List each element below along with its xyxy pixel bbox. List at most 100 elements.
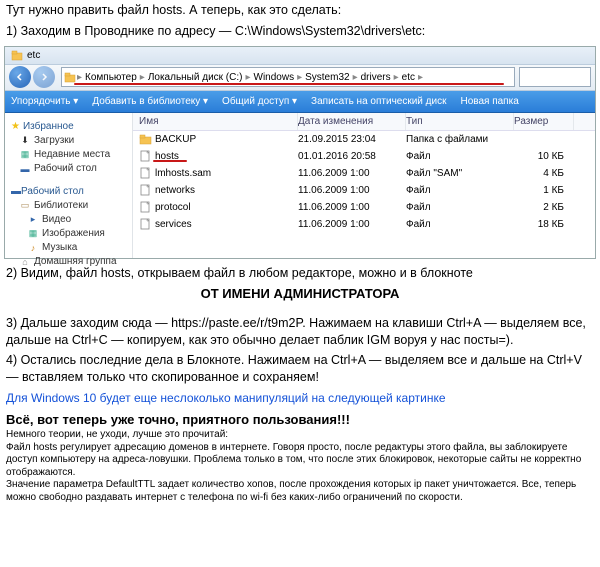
file-date: 11.06.2009 1:00	[298, 168, 406, 179]
file-type: Папка с файлами	[406, 134, 514, 145]
recent-icon: ▦	[19, 149, 31, 161]
desktop-icon: ▬	[11, 186, 21, 197]
table-row[interactable]: BACKUP 21.09.2015 23:04Папка с файлами	[133, 131, 595, 148]
file-type: Файл	[406, 185, 514, 196]
file-date: 11.06.2009 1:00	[298, 219, 406, 230]
burn-button[interactable]: Записать на оптический диск	[311, 96, 446, 107]
explorer-window: etc ▸ Компьютер▸ Локальный диск (C:)▸ Wi…	[4, 46, 596, 259]
file-list: Имя Дата изменения Тип Размер BACKUP 21.0…	[133, 113, 595, 258]
arrow-right-icon	[40, 73, 48, 81]
sidebar-item-label: Музыка	[42, 242, 77, 253]
intro-line-1: Тут нужно править файл hosts. А теперь, …	[0, 0, 600, 21]
sidebar-item-label: Рабочий стол	[34, 163, 97, 174]
newfolder-button[interactable]: Новая папка	[460, 96, 518, 107]
library-icon: ▭	[19, 200, 31, 212]
title-bar: etc	[5, 47, 595, 65]
download-icon: ⬇	[19, 135, 31, 147]
win10-text: Для Windows 10 будет еще неслоколько ман…	[0, 388, 600, 408]
file-name: services	[155, 219, 192, 230]
arrow-left-icon	[16, 73, 24, 81]
sidebar-group: ★Избранное	[11, 121, 126, 132]
organize-menu[interactable]: Упорядочить ▾	[11, 96, 78, 107]
sidebar-item-video[interactable]: ▸Видео	[11, 213, 126, 227]
desktop-icon: ▬	[19, 163, 31, 175]
file-name: hosts	[155, 151, 179, 162]
file-name: BACKUP	[155, 134, 196, 145]
sidebar: ★Избранное ⬇Загрузки ▦Недавние места ▬Ра…	[5, 113, 133, 258]
sidebar-item-recent[interactable]: ▦Недавние места	[11, 148, 126, 162]
file-size: 1 КБ	[514, 185, 574, 196]
step3-text: 3) Дальше заходим сюда — https://paste.e…	[0, 313, 600, 351]
table-row[interactable]: hosts01.01.2016 20:58Файл10 КБ	[133, 148, 595, 165]
file-header: Имя Дата изменения Тип Размер	[133, 113, 595, 131]
crumb[interactable]: etc	[400, 72, 417, 83]
sidebar-item-label: Видео	[42, 214, 71, 225]
column-type[interactable]: Тип	[406, 113, 514, 130]
theory-l1: Немного теории, не уходи, лучше это проч…	[6, 429, 594, 442]
window-title: etc	[27, 50, 40, 61]
file-date: 21.09.2015 23:04	[298, 134, 406, 145]
crumb[interactable]: System32	[303, 72, 351, 83]
column-name[interactable]: Имя	[133, 113, 298, 130]
forward-button[interactable]	[33, 66, 55, 88]
music-icon: ♪	[27, 242, 39, 254]
tool-bar: Упорядочить ▾ Добавить в библиотеку ▾ Об…	[5, 91, 595, 113]
theory-l2: Файл hosts регулирует адресацию доменов …	[6, 442, 594, 480]
file-size: 2 КБ	[514, 202, 574, 213]
file-name: lmhosts.sam	[155, 168, 211, 179]
table-row[interactable]: networks 11.06.2009 1:00Файл1 КБ	[133, 182, 595, 199]
file-icon	[139, 150, 152, 163]
address-bar[interactable]: ▸ Компьютер▸ Локальный диск (C:)▸ Window…	[61, 67, 515, 87]
theory-block: Немного теории, не уходи, лучше это проч…	[0, 429, 600, 504]
addlib-menu[interactable]: Добавить в библиотеку ▾	[92, 96, 208, 107]
sidebar-item-label: Загрузки	[34, 135, 74, 146]
folder-icon	[11, 50, 23, 61]
crumb[interactable]: Компьютер	[83, 72, 139, 83]
file-size: 4 КБ	[514, 168, 574, 179]
sidebar-group-label: Рабочий стол	[21, 186, 84, 197]
step2-text: 2) Видим, файл hosts, открываем файл в л…	[0, 263, 600, 284]
sidebar-group: ▬Рабочий стол	[11, 186, 126, 197]
sidebar-item-label: Библиотеки	[34, 200, 88, 211]
sidebar-item-libraries[interactable]: ▭Библиотеки	[11, 199, 126, 213]
file-date: 11.06.2009 1:00	[298, 185, 406, 196]
column-date[interactable]: Дата изменения	[298, 113, 406, 130]
table-row[interactable]: services11.06.2009 1:00Файл18 КБ	[133, 216, 595, 233]
folder-icon	[64, 72, 76, 83]
theory-l3: Значение параметра DefaultTTL задает кол…	[6, 479, 594, 504]
crumb[interactable]: Windows	[252, 72, 297, 83]
crumb[interactable]: Локальный диск (C:)	[146, 72, 245, 83]
back-button[interactable]	[9, 66, 31, 88]
file-icon	[139, 167, 152, 180]
file-size: 10 КБ	[514, 151, 574, 162]
video-icon: ▸	[27, 214, 39, 226]
file-type: Файл "SAM"	[406, 168, 514, 179]
sidebar-item-music[interactable]: ♪Музыка	[11, 241, 126, 255]
admin-text: ОТ ИМЕНИ АДМИНИСТРАТОРА	[0, 284, 600, 307]
sidebar-item-label: Изображения	[42, 228, 105, 239]
intro-line-2: 1) Заходим в Проводнике по адресу — C:\W…	[0, 21, 600, 42]
column-size[interactable]: Размер	[514, 113, 574, 130]
nav-bar: ▸ Компьютер▸ Локальный диск (C:)▸ Window…	[5, 65, 595, 91]
file-name: networks	[155, 185, 195, 196]
file-icon	[139, 218, 152, 231]
file-size: 18 КБ	[514, 219, 574, 230]
share-menu[interactable]: Общий доступ ▾	[222, 96, 297, 107]
image-icon: ▦	[27, 228, 39, 240]
sidebar-item-images[interactable]: ▦Изображения	[11, 227, 126, 241]
sidebar-group-label: Избранное	[23, 121, 74, 132]
file-type: Файл	[406, 202, 514, 213]
step4-text: 4) Остались последние дела в Блокноте. Н…	[0, 350, 600, 388]
sidebar-item-label: Недавние места	[34, 149, 110, 160]
file-date: 11.06.2009 1:00	[298, 202, 406, 213]
sidebar-item-downloads[interactable]: ⬇Загрузки	[11, 134, 126, 148]
final-text: Всё, вот теперь уже точно, приятного пол…	[0, 408, 600, 429]
search-box[interactable]	[519, 67, 591, 87]
content-area: ★Избранное ⬇Загрузки ▦Недавние места ▬Ра…	[5, 113, 595, 258]
file-name: protocol	[155, 202, 191, 213]
crumb[interactable]: drivers	[359, 72, 393, 83]
table-row[interactable]: lmhosts.sam 11.06.2009 1:00Файл "SAM"4 КБ	[133, 165, 595, 182]
sidebar-item-desktop[interactable]: ▬Рабочий стол	[11, 162, 126, 176]
file-icon	[139, 184, 152, 197]
table-row[interactable]: protocol 11.06.2009 1:00Файл2 КБ	[133, 199, 595, 216]
